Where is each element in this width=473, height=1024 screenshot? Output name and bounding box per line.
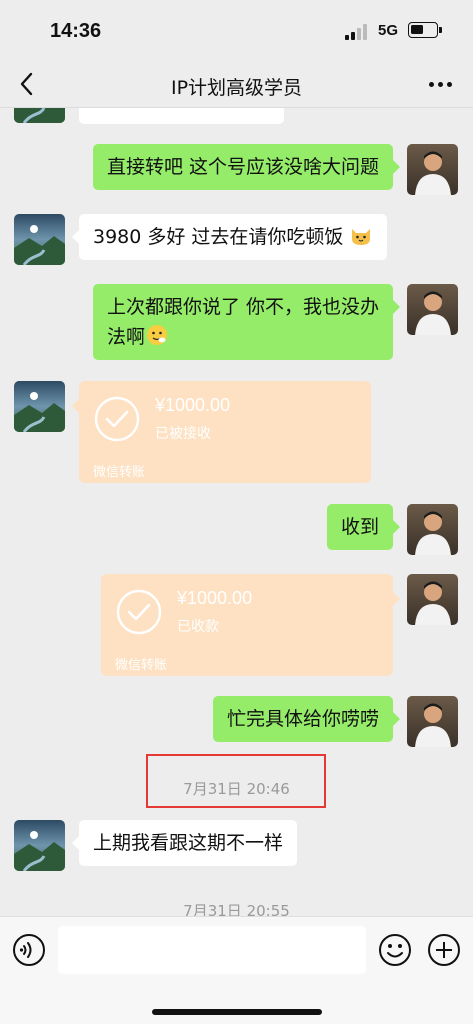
- check-circle-icon: [94, 396, 140, 442]
- transfer-amount: ¥1000.00: [177, 588, 253, 608]
- message-input[interactable]: [58, 926, 366, 974]
- message-bubble-partial[interactable]: [79, 108, 284, 124]
- my-avatar[interactable]: [407, 504, 458, 555]
- network-label: 5G: [378, 22, 399, 39]
- highlight-annotation: [146, 754, 326, 808]
- my-avatar[interactable]: [407, 696, 458, 747]
- message-text-line2: 法啊: [106, 326, 145, 348]
- chat-area[interactable]: 直接转吧 这个号应该没啥大问题 3980 多好 过去在请你吃顿饭 上次都跟你说了…: [0, 108, 473, 916]
- chat-title: IP计划高级学员: [170, 77, 303, 99]
- transfer-status: 已被接收: [155, 426, 211, 442]
- transfer-card[interactable]: ¥1000.00 已收款 微信转账: [101, 574, 400, 676]
- more-dots-icon[interactable]: [429, 82, 453, 88]
- voice-icon[interactable]: [12, 933, 46, 967]
- emoji-icon[interactable]: [378, 933, 412, 967]
- plus-icon[interactable]: [427, 933, 461, 967]
- contact-avatar[interactable]: [14, 381, 65, 432]
- my-avatar[interactable]: [407, 144, 458, 195]
- transfer-brand: 微信转账: [115, 658, 168, 673]
- message-bubble[interactable]: 忙完具体给你唠唠: [212, 696, 401, 742]
- transfer-amount: ¥1000.00: [155, 395, 231, 415]
- message-bubble[interactable]: 收到: [326, 504, 401, 550]
- input-bar: [0, 916, 473, 1024]
- status-bar: 14:36 5G: [0, 0, 473, 62]
- nav-bar: IP计划高级学员: [0, 62, 473, 108]
- status-time: 14:36: [50, 20, 102, 42]
- transfer-status: 已收款: [177, 619, 219, 635]
- cat-face-emoji: [352, 229, 371, 245]
- transfer-card[interactable]: ¥1000.00 已被接收 微信转账: [72, 381, 371, 483]
- my-avatar[interactable]: [407, 284, 458, 335]
- sweat-smile-emoji: [146, 325, 167, 345]
- contact-avatar[interactable]: [14, 214, 65, 265]
- signal-icon: [345, 24, 369, 40]
- message-text: 3980 多好 过去在请你吃顿饭: [93, 226, 344, 248]
- home-indicator: [152, 1009, 322, 1015]
- message-bubble[interactable]: 上期我看跟这期不一样: [71, 820, 298, 866]
- my-avatar[interactable]: [407, 574, 458, 625]
- battery-icon: [408, 22, 442, 38]
- transfer-brand: 微信转账: [93, 465, 146, 480]
- check-circle-icon: [116, 589, 162, 635]
- message-timestamp: 7月31日 20:55: [183, 902, 290, 916]
- message-bubble[interactable]: 直接转吧 这个号应该没啥大问题: [92, 144, 401, 190]
- contact-avatar[interactable]: [14, 820, 65, 871]
- message-bubble[interactable]: 上次都跟你说了 你不，我也没办 法啊: [92, 284, 401, 360]
- message-bubble[interactable]: 3980 多好 过去在请你吃顿饭: [71, 214, 388, 260]
- message-text-line1: 上次都跟你说了 你不，我也没办: [106, 296, 379, 318]
- contact-avatar[interactable]: [14, 108, 65, 123]
